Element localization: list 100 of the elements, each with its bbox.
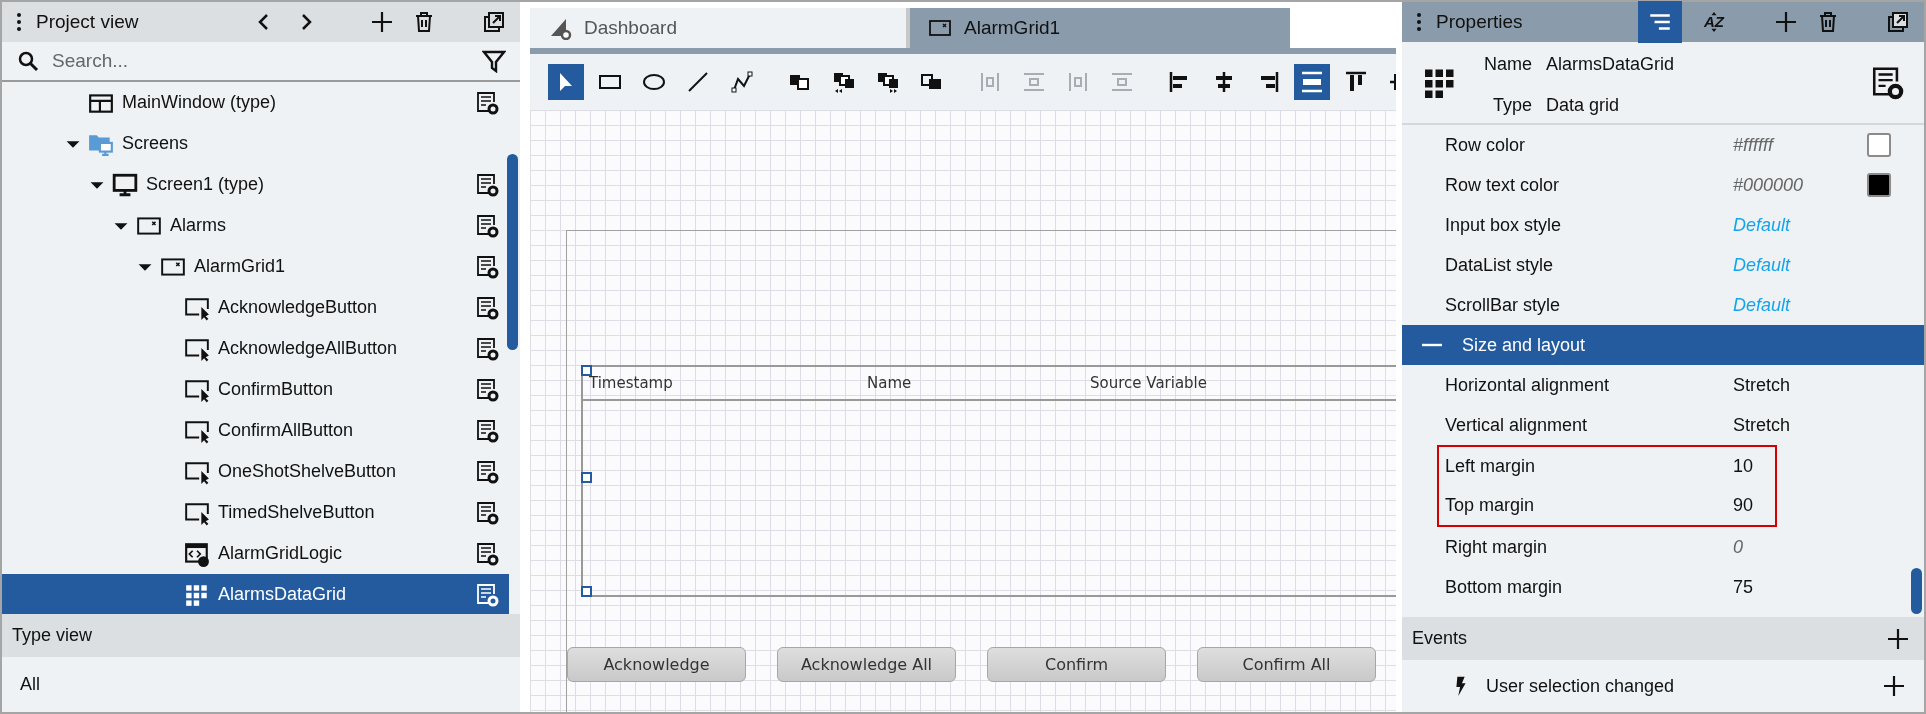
tree-item[interactable]: OneShotShelveButton [2, 451, 509, 492]
tree-item-label: MainWindow (type) [122, 91, 277, 114]
property-label: ScrollBar style [1445, 293, 1562, 317]
tree-item[interactable]: ConfirmButton [2, 369, 509, 410]
editor-tab[interactable]: AlarmGrid1 [910, 8, 1290, 48]
scrollbar-thumb[interactable] [507, 154, 518, 350]
properties-button[interactable] [475, 500, 499, 525]
document-gear-icon [475, 254, 499, 279]
canvas-button[interactable]: Acknowledge All [777, 647, 956, 682]
properties-button[interactable] [475, 459, 499, 484]
properties-button[interactable] [475, 254, 499, 279]
tree-item[interactable]: AlarmsDataGrid [2, 574, 509, 614]
tool-button[interactable] [1294, 64, 1330, 100]
property-value: 75 [1733, 575, 1754, 599]
event-label: User selection changed [1486, 674, 1675, 698]
stretch-icon [1300, 70, 1324, 94]
pop-out-icon [482, 10, 506, 34]
categorized-sort-button[interactable] [1638, 1, 1682, 43]
add-event-icon [1886, 626, 1910, 651]
tree-item-label: Screen1 (type) [146, 173, 265, 196]
tree-item[interactable]: ConfirmAllButton [2, 410, 509, 451]
tree-item-label: TimedShelveButton [218, 501, 375, 524]
alphabetical-sort-button[interactable]: AZ [1692, 1, 1736, 43]
tool-button[interactable] [548, 64, 584, 100]
field-label: Type [1491, 93, 1533, 117]
document-gear-icon [475, 377, 499, 402]
editor-tab[interactable]: Dashboard [530, 8, 910, 48]
resize-handle[interactable] [581, 365, 592, 376]
field-value: AlarmsDataGrid [1546, 52, 1675, 76]
section-title: Type view [12, 624, 93, 647]
property-value: Stretch [1733, 413, 1791, 437]
document-gear-icon [475, 336, 499, 361]
properties-button[interactable] [475, 172, 499, 197]
line-icon [686, 70, 710, 94]
properties-button[interactable] [475, 213, 499, 238]
property-label: Vertical alignment [1445, 413, 1589, 437]
tree-item[interactable]: MainWindow (type) [2, 82, 509, 123]
property-label: Input box style [1445, 213, 1563, 237]
properties-button[interactable] [475, 418, 499, 443]
resize-handle[interactable] [581, 472, 592, 483]
document-gear-icon [475, 90, 499, 115]
properties-button[interactable] [1870, 65, 1904, 100]
tree-item-label: AlarmsDataGrid [218, 583, 347, 606]
document-gear-icon [475, 541, 499, 566]
canvas-button[interactable]: Acknowledge [567, 647, 746, 682]
type-filter-item[interactable]: All [20, 671, 40, 698]
tree-item[interactable]: TimedShelveButton [2, 492, 509, 533]
column-header: Name [866, 372, 913, 394]
tree-item[interactable]: Screens [2, 123, 509, 164]
section-header[interactable]: Size and layout [1402, 325, 1924, 365]
scrollbar-thumb[interactable] [1911, 568, 1922, 614]
tree-item[interactable]: AcknowledgeButton [2, 287, 509, 328]
document-gear-icon [475, 295, 499, 320]
distribute-horizontal-icon [1066, 70, 1090, 94]
distribute-horizontal-icon [978, 70, 1002, 94]
properties-button[interactable] [475, 582, 499, 607]
tree-item[interactable]: Screen1 (type) [2, 164, 509, 205]
tree-item[interactable]: AlarmGrid1 [2, 246, 509, 287]
menu-icon [1416, 12, 1422, 32]
document-gear-icon [1870, 65, 1904, 100]
properties-button[interactable] [475, 377, 499, 402]
search-field[interactable]: Search... [50, 45, 468, 77]
canvas-button[interactable]: Confirm [987, 647, 1166, 682]
property-label: Horizontal alignment [1445, 373, 1611, 397]
tree-item-label: AlarmGridLogic [218, 542, 343, 565]
section-title: Events [1412, 627, 1468, 650]
properties-button[interactable] [475, 295, 499, 320]
document-gear-icon [475, 172, 499, 197]
code-icon [184, 540, 210, 567]
field-label: Name [1483, 52, 1533, 76]
property-label: Right margin [1445, 535, 1549, 559]
property-value: Stretch [1733, 373, 1791, 397]
tree-item-label: ConfirmAllButton [218, 419, 354, 442]
property-label: Row color [1445, 133, 1527, 157]
tree-item[interactable]: Alarms [2, 205, 509, 246]
menu-icon [16, 12, 22, 32]
properties-button[interactable] [475, 90, 499, 115]
tree-item-label: AlarmGrid1 [194, 255, 286, 278]
property-value: #ffffff [1733, 133, 1774, 157]
tree-item-label: Alarms [170, 214, 226, 237]
resize-handle[interactable] [581, 586, 592, 597]
tree-item-label: AcknowledgeAllButton [218, 337, 398, 360]
property-value: 10 [1733, 455, 1754, 478]
property-label: Left margin [1445, 455, 1537, 478]
canvas-button[interactable]: Confirm All [1197, 647, 1376, 682]
add-handler-icon [1882, 674, 1906, 698]
document-gear-icon [475, 459, 499, 484]
document-gear-icon [475, 500, 499, 525]
field-value: Data grid [1546, 93, 1620, 117]
tree-item[interactable]: AcknowledgeAllButton [2, 328, 509, 369]
color-swatch[interactable] [1867, 173, 1891, 197]
properties-button[interactable] [475, 336, 499, 361]
document-gear-icon [475, 418, 499, 443]
tree-item-label: OneShotShelveButton [218, 460, 397, 483]
color-swatch[interactable] [1867, 133, 1891, 157]
tree-item-label: Screens [122, 132, 189, 155]
properties-button[interactable] [475, 541, 499, 566]
column-header: Source Variable [1089, 372, 1209, 394]
filter-icon [482, 49, 506, 73]
tree-item[interactable]: AlarmGridLogic [2, 533, 509, 574]
